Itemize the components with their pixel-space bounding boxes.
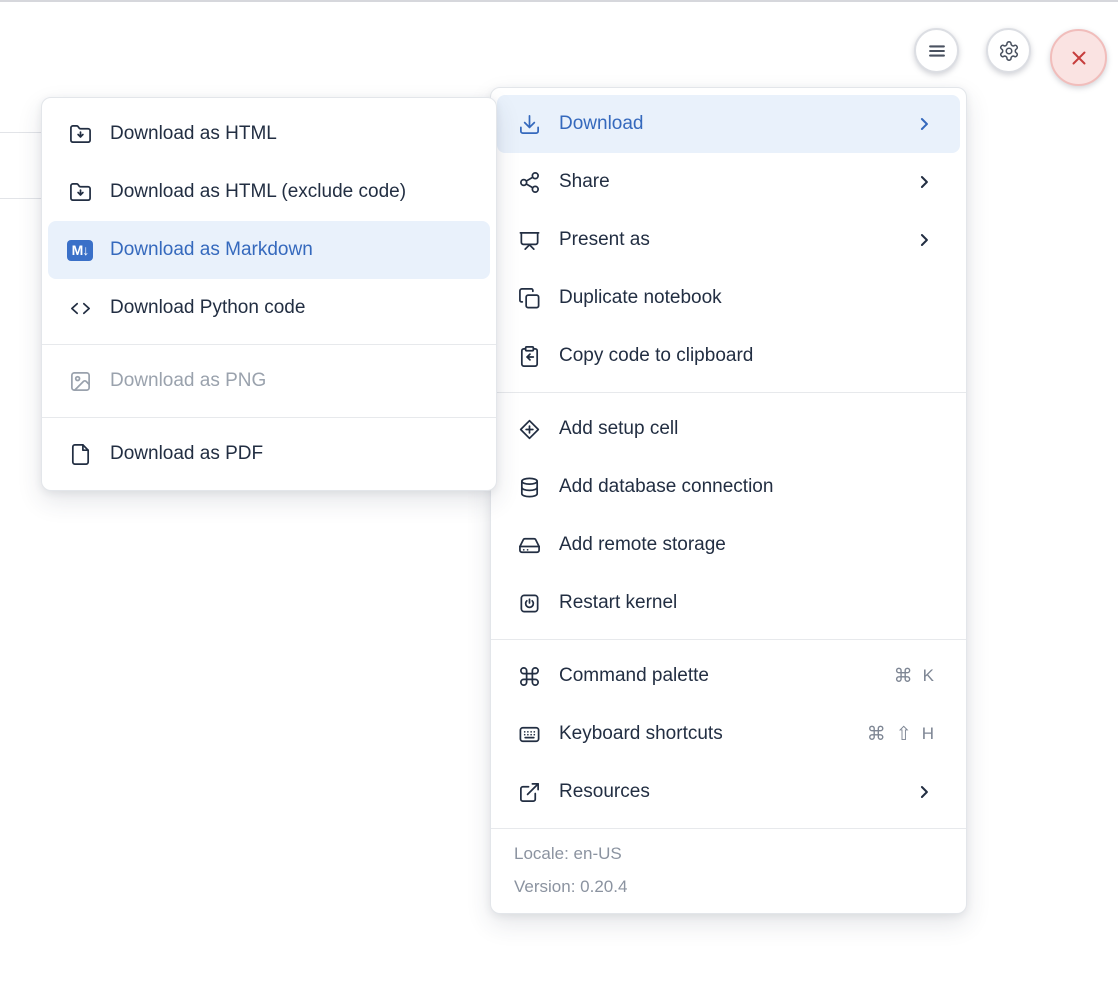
menu-item-download-as-html-exclude-code[interactable]: Download as HTML (exclude code)	[48, 163, 490, 221]
menu-item-keyboard-shortcuts[interactable]: Keyboard shortcuts ⌘ ⇧ H	[497, 705, 960, 763]
menu-item-duplicate-notebook[interactable]: Duplicate notebook	[497, 269, 960, 327]
shortcut-key: ⌘	[894, 665, 913, 688]
markdown-badge: M↓	[67, 240, 93, 261]
close-icon	[1067, 46, 1091, 70]
menu-item-label: Add remote storage	[559, 534, 934, 556]
menu-item-label: Download as PNG	[110, 370, 464, 392]
menu-item-label: Copy code to clipboard	[559, 345, 934, 367]
menu-item-download[interactable]: Download	[497, 95, 960, 153]
menu-item-label: Duplicate notebook	[559, 287, 934, 309]
shortcut-key: H	[922, 724, 934, 744]
page-top-border	[0, 0, 1118, 2]
database-icon	[516, 474, 542, 500]
download-icon	[516, 111, 542, 137]
menu-item-label: Download Python code	[110, 297, 464, 319]
chevron-right-icon	[914, 230, 934, 250]
chevron-right-icon	[914, 114, 934, 134]
menu-item-download-as-png: Download as PNG	[48, 352, 490, 410]
download-submenu: Download as HTML Download as HTML (exclud…	[41, 97, 497, 491]
clipboard-copy-icon	[516, 343, 542, 369]
menu-item-label: Add database connection	[559, 476, 934, 498]
notebook-actions-menu: Download Share Present as Duplicate noteboo…	[490, 87, 967, 914]
notebook-actions-menu-items: Download Share Present as Duplicate noteboo…	[491, 88, 966, 828]
code-icon	[67, 295, 93, 321]
power-icon	[516, 590, 542, 616]
duplicate-icon	[516, 285, 542, 311]
settings-button[interactable]	[986, 28, 1031, 73]
command-icon	[516, 663, 542, 689]
menu-footer: Locale: en-US Version: 0.20.4	[491, 829, 966, 913]
menu-item-label: Download	[559, 113, 897, 135]
image-icon	[67, 368, 93, 394]
menu-item-add-remote-storage[interactable]: Add remote storage	[497, 516, 960, 574]
shortcut-keys: ⌘K	[894, 665, 934, 688]
markdown-icon: M↓	[67, 237, 93, 263]
gear-icon	[998, 40, 1020, 62]
menu-item-copy-code-to-clipboard[interactable]: Copy code to clipboard	[497, 327, 960, 385]
menu-item-restart-kernel[interactable]: Restart kernel	[497, 574, 960, 632]
menu-item-label: Download as HTML	[110, 123, 464, 145]
menu-item-present-as[interactable]: Present as	[497, 211, 960, 269]
download-submenu-items: Download as HTML Download as HTML (exclud…	[42, 98, 496, 490]
menu-item-download-python-code[interactable]: Download Python code	[48, 279, 490, 337]
shortcut-key: K	[923, 666, 934, 686]
menu-group: Download as PNG	[42, 345, 496, 417]
notebook-menu-button[interactable]	[914, 28, 959, 73]
menu-item-resources[interactable]: Resources	[497, 763, 960, 821]
hard-drive-icon	[516, 532, 542, 558]
shortcut-keys: ⌘ ⇧ H	[867, 723, 934, 746]
shortcut-key: ⌘	[867, 723, 886, 746]
share-icon	[516, 169, 542, 195]
menu-group: Download Share Present as Duplicate noteboo…	[491, 88, 966, 392]
menu-item-label: Restart kernel	[559, 592, 934, 614]
menu-item-download-as-markdown[interactable]: M↓ Download as Markdown	[48, 221, 490, 279]
version-text: Version: 0.20.4	[514, 870, 950, 903]
menu-item-label: Command palette	[559, 665, 877, 687]
menu-item-label: Download as PDF	[110, 443, 464, 465]
menu-item-download-as-html[interactable]: Download as HTML	[48, 105, 490, 163]
menu-item-label: Share	[559, 171, 897, 193]
menu-item-add-database-connection[interactable]: Add database connection	[497, 458, 960, 516]
menu-item-label: Download as HTML (exclude code)	[110, 181, 464, 203]
folder-down-icon	[67, 179, 93, 205]
menu-item-label: Download as Markdown	[110, 239, 464, 261]
menu-item-label: Keyboard shortcuts	[559, 723, 850, 745]
file-icon	[67, 441, 93, 467]
background-cell-border	[0, 198, 42, 199]
menu-group: Download as HTML Download as HTML (exclud…	[42, 98, 496, 344]
external-link-icon	[516, 779, 542, 805]
chevron-right-icon	[914, 782, 934, 802]
app-canvas: Download Share Present as Duplicate noteboo…	[0, 0, 1118, 984]
hamburger-icon	[926, 40, 948, 62]
menu-item-share[interactable]: Share	[497, 153, 960, 211]
menu-item-command-palette[interactable]: Command palette⌘K	[497, 647, 960, 705]
chevron-right-icon	[914, 172, 934, 192]
menu-group: Command palette⌘KKeyboard shortcuts⌘⇧HRe…	[491, 640, 966, 828]
folder-down-icon	[67, 121, 93, 147]
presentation-icon	[516, 227, 542, 253]
menu-item-label: Add setup cell	[559, 418, 934, 440]
menu-group: Add setup cell Add database connection Add…	[491, 393, 966, 639]
menu-group: Download as PDF	[42, 418, 496, 490]
keyboard-icon	[516, 721, 542, 747]
background-cell-border	[0, 132, 42, 133]
menu-item-label: Resources	[559, 781, 897, 803]
shortcut-key: ⇧	[896, 723, 912, 746]
locale-text: Locale: en-US	[514, 837, 950, 870]
shutdown-button[interactable]	[1050, 29, 1107, 86]
diamond-plus-icon	[516, 416, 542, 442]
menu-item-add-setup-cell[interactable]: Add setup cell	[497, 400, 960, 458]
menu-item-label: Present as	[559, 229, 897, 251]
menu-item-download-as-pdf[interactable]: Download as PDF	[48, 425, 490, 483]
